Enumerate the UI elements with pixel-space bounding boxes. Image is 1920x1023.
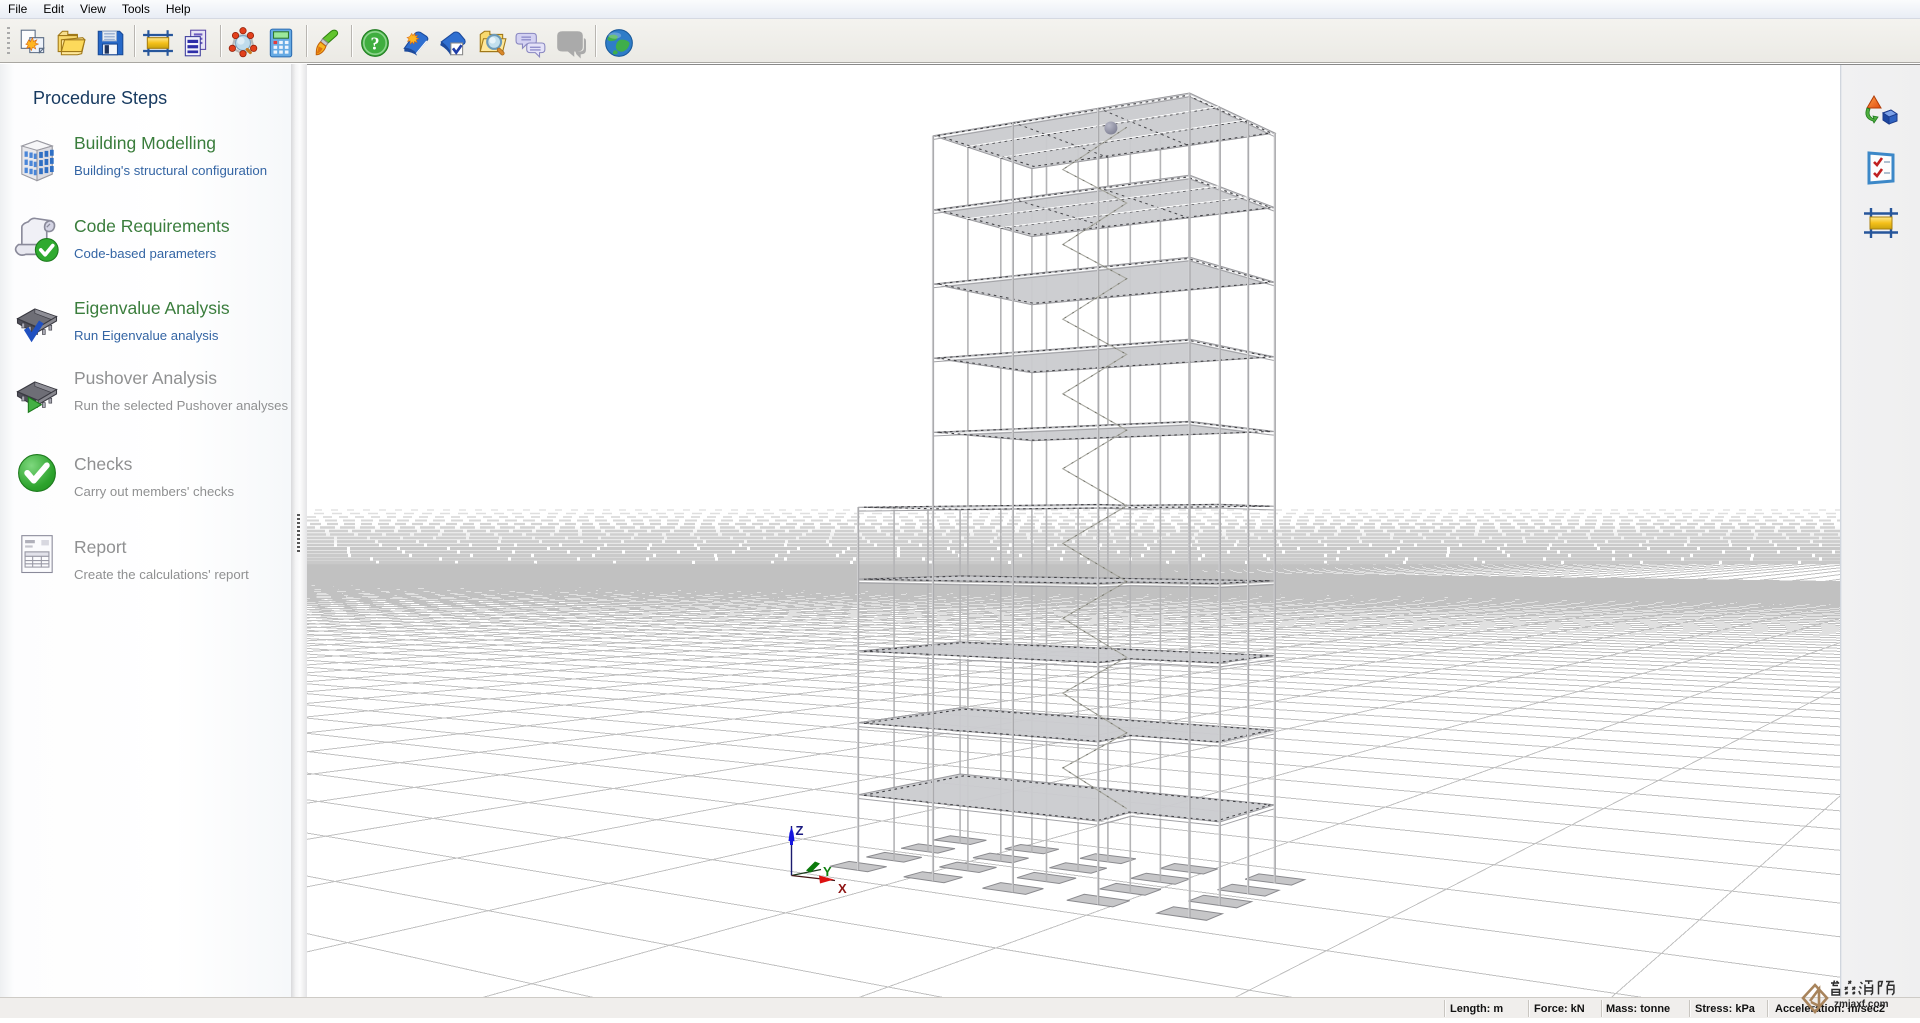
svg-text:?: ? (370, 33, 379, 53)
svg-text:X: X (838, 881, 847, 896)
svg-text:Z: Z (796, 823, 804, 838)
svg-text:Y: Y (823, 864, 832, 879)
